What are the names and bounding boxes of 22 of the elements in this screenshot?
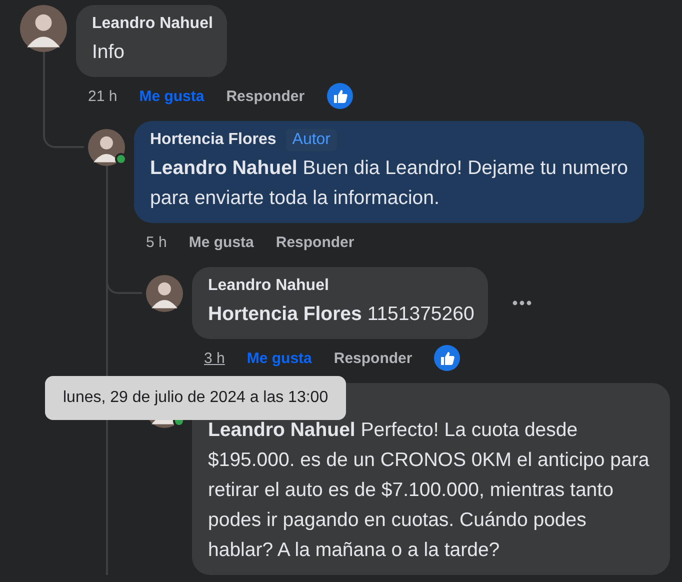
avatar[interactable] bbox=[20, 5, 67, 52]
like-link[interactable]: Me gusta bbox=[188, 234, 254, 250]
avatar[interactable] bbox=[146, 275, 183, 312]
timestamp-link[interactable]: 21 h bbox=[88, 88, 118, 104]
timestamp-link[interactable]: 5 h bbox=[146, 234, 167, 250]
like-reaction-icon[interactable] bbox=[326, 83, 353, 109]
comment-text: Leandro Nahuel Buen dia Leandro! Dejame tu numero para enviarte toda la informacion. bbox=[150, 156, 629, 211]
avatar[interactable] bbox=[88, 129, 125, 166]
reply-link[interactable]: Responder bbox=[276, 234, 354, 250]
reply-link[interactable]: Responder bbox=[334, 350, 412, 366]
date-tooltip: lunes, 29 de julio de 2024 a las 13:00 bbox=[45, 376, 346, 420]
reply-link[interactable]: Responder bbox=[226, 88, 305, 104]
comment-text: Leandro Nahuel Perfecto! La cuota desde $195.000. es de un CRONOS 0KM el anticipo para retirar el auto es de $7.100.000, mientras tanto podes ir pagando en cuotas. Cuándo podes hablar? A la mañana o a la tarde? bbox=[208, 418, 650, 563]
thread-connector bbox=[42, 109, 84, 148]
comment-text: Hortencia Flores 1151375260 bbox=[208, 302, 474, 327]
timestamp-link[interactable]: 3 h bbox=[204, 350, 225, 366]
author-name[interactable]: Leandro Nahuel bbox=[208, 275, 329, 297]
author-name[interactable]: Leandro Nahuel bbox=[92, 13, 213, 35]
author-badge: Autor bbox=[286, 129, 337, 151]
like-reaction-icon[interactable] bbox=[434, 345, 460, 371]
comment-text: Info bbox=[92, 40, 126, 65]
author-name[interactable]: Hortencia Flores bbox=[150, 129, 276, 151]
